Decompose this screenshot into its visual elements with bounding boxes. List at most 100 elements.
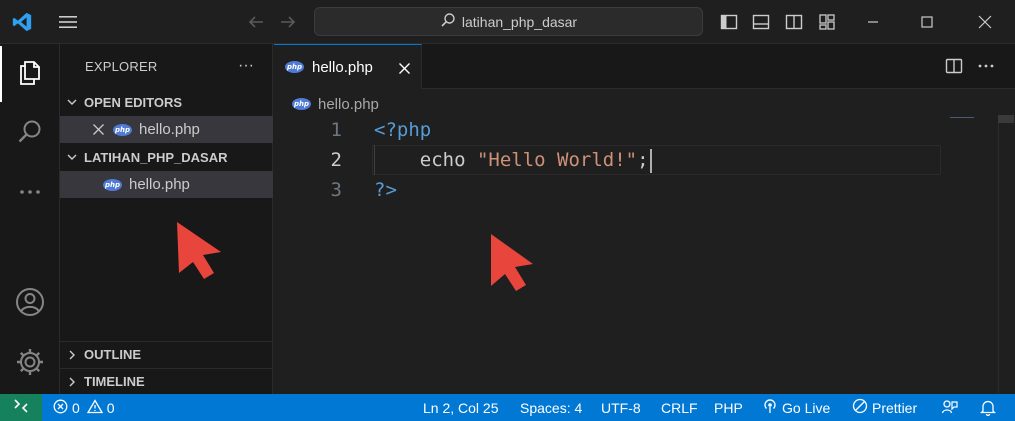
accounts-activity[interactable] bbox=[0, 276, 60, 332]
bell-icon[interactable] bbox=[980, 394, 996, 421]
php-file-icon: php bbox=[103, 178, 122, 191]
file-tree-filename: hello.php bbox=[129, 176, 190, 193]
cursor-position[interactable]: Ln 2, Col 25 bbox=[423, 394, 499, 421]
warning-icon bbox=[86, 398, 103, 417]
manage-activity[interactable] bbox=[0, 336, 60, 392]
status-bar: 0 0 Ln 2, Col 25 Spaces: 4 UTF-8 CRLF PH… bbox=[0, 394, 1015, 421]
customize-layout-icon[interactable] bbox=[815, 10, 839, 34]
command-center-search[interactable]: latihan_php_dasar bbox=[314, 7, 703, 36]
annotation-arrow-editor bbox=[491, 234, 533, 291]
prettier-icon bbox=[852, 398, 868, 417]
explorer-activity[interactable] bbox=[0, 46, 60, 102]
vscode-logo-icon[interactable] bbox=[10, 10, 34, 34]
open-editors-title: OPEN EDITORS bbox=[84, 94, 183, 110]
prettier-button[interactable]: Prettier bbox=[852, 394, 917, 421]
outline-title: OUTLINE bbox=[84, 347, 142, 362]
go-live-button[interactable]: Go Live bbox=[762, 394, 830, 421]
split-editor-icon[interactable] bbox=[941, 53, 967, 79]
text-cursor bbox=[649, 148, 652, 173]
close-icon[interactable] bbox=[394, 58, 414, 78]
chevron-right-icon bbox=[60, 349, 84, 361]
remote-icon bbox=[13, 398, 29, 417]
vertical-scrollbar[interactable] bbox=[998, 115, 1014, 394]
indentation[interactable]: Spaces: 4 bbox=[520, 394, 582, 421]
chevron-down-icon bbox=[60, 151, 84, 163]
active-indicator bbox=[0, 46, 2, 102]
back-arrow-icon[interactable] bbox=[244, 10, 268, 34]
line-code: <?php bbox=[374, 115, 431, 145]
minimize-icon[interactable] bbox=[850, 0, 896, 44]
chevron-right-icon bbox=[60, 376, 84, 388]
timeline-header[interactable]: TIMELINE bbox=[60, 368, 273, 394]
open-editors-header[interactable]: OPEN EDITORS bbox=[60, 89, 273, 115]
search-view-icon bbox=[15, 117, 45, 152]
problems-indicator[interactable]: 0 0 bbox=[53, 394, 115, 421]
maximize-icon[interactable] bbox=[904, 0, 950, 44]
semicolon: ; bbox=[637, 149, 649, 171]
code-line[interactable]: 1 <?php bbox=[274, 115, 1015, 145]
encoding[interactable]: UTF-8 bbox=[601, 394, 641, 421]
open-editor-filename: hello.php bbox=[139, 121, 200, 138]
line-number: 2 bbox=[330, 149, 342, 171]
file-tree-item[interactable]: php hello.php bbox=[60, 171, 273, 198]
end-of-line[interactable]: CRLF bbox=[661, 394, 698, 421]
php-close-tag: ?> bbox=[374, 179, 397, 201]
remote-indicator[interactable] bbox=[0, 394, 42, 421]
language-mode[interactable]: PHP bbox=[714, 394, 743, 421]
explorer-sidebar: EXPLORER ··· OPEN EDITORS php hello.php … bbox=[60, 44, 273, 394]
outline-header[interactable]: OUTLINE bbox=[60, 341, 273, 367]
search-activity[interactable] bbox=[0, 106, 60, 162]
line-code: echo "Hello World!"; bbox=[374, 145, 652, 175]
more-icon bbox=[15, 177, 45, 212]
close-editor-icon[interactable] bbox=[92, 123, 106, 136]
go-live-label: Go Live bbox=[782, 399, 831, 416]
toggle-secondary-sidebar-icon[interactable] bbox=[782, 10, 806, 34]
breadcrumb-file[interactable]: hello.php bbox=[318, 96, 379, 113]
line-code: ?> bbox=[374, 175, 397, 205]
code-editor[interactable]: php hello.php 1 <?php 2 echo "Hello Worl… bbox=[274, 89, 1015, 394]
error-icon bbox=[53, 399, 68, 417]
workspace-header[interactable]: LATIHAN_PHP_DASAR bbox=[60, 144, 273, 170]
annotation-arrow-sidebar bbox=[177, 222, 221, 279]
php-file-icon: php bbox=[292, 98, 311, 110]
line-number: 1 bbox=[330, 119, 342, 141]
php-file-icon: php bbox=[113, 123, 132, 136]
search-icon bbox=[440, 12, 456, 31]
editor-more-icon[interactable] bbox=[973, 53, 999, 79]
error-count: 0 bbox=[72, 399, 80, 416]
more-activity[interactable] bbox=[0, 166, 60, 222]
feedback-icon[interactable] bbox=[941, 394, 958, 421]
line-number: 3 bbox=[330, 179, 342, 201]
chevron-down-icon bbox=[60, 96, 84, 108]
search-label: latihan_php_dasar bbox=[461, 13, 578, 30]
minimap[interactable] bbox=[950, 117, 974, 118]
broadcast-icon bbox=[762, 398, 778, 417]
toggle-sidebar-icon[interactable] bbox=[717, 10, 741, 34]
explorer-title: EXPLORER bbox=[85, 59, 158, 74]
toggle-panel-icon[interactable] bbox=[749, 10, 773, 34]
explorer-icon bbox=[15, 57, 45, 92]
prettier-label: Prettier bbox=[872, 399, 918, 416]
menu-icon[interactable] bbox=[56, 10, 80, 34]
account-icon bbox=[14, 286, 46, 323]
close-icon[interactable] bbox=[962, 0, 1008, 44]
php-file-icon: php bbox=[285, 61, 304, 73]
scrollbar-thumb[interactable] bbox=[998, 115, 1014, 123]
workspace-title: LATIHAN_PHP_DASAR bbox=[84, 149, 228, 165]
string-literal: "Hello World!" bbox=[476, 149, 638, 171]
code-line[interactable]: 3 ?> bbox=[274, 175, 1015, 205]
breadcrumb[interactable]: php hello.php bbox=[292, 93, 379, 115]
php-open-tag: <?php bbox=[374, 119, 432, 141]
open-editor-item[interactable]: php hello.php bbox=[60, 116, 273, 143]
tab-label: hello.php bbox=[312, 58, 373, 76]
activity-bar bbox=[0, 44, 60, 394]
editor-tab-bar: php hello.php bbox=[274, 44, 1015, 89]
echo-keyword: echo bbox=[374, 149, 477, 171]
forward-arrow-icon[interactable] bbox=[276, 10, 300, 34]
title-bar: latihan_php_dasar bbox=[0, 0, 1015, 44]
settings-gear-icon bbox=[14, 346, 46, 383]
tab-hello-php[interactable]: php hello.php bbox=[274, 44, 422, 89]
explorer-more-button[interactable]: ··· bbox=[232, 52, 260, 80]
warning-count: 0 bbox=[106, 399, 115, 416]
code-line[interactable]: 2 echo "Hello World!"; bbox=[274, 145, 1015, 175]
